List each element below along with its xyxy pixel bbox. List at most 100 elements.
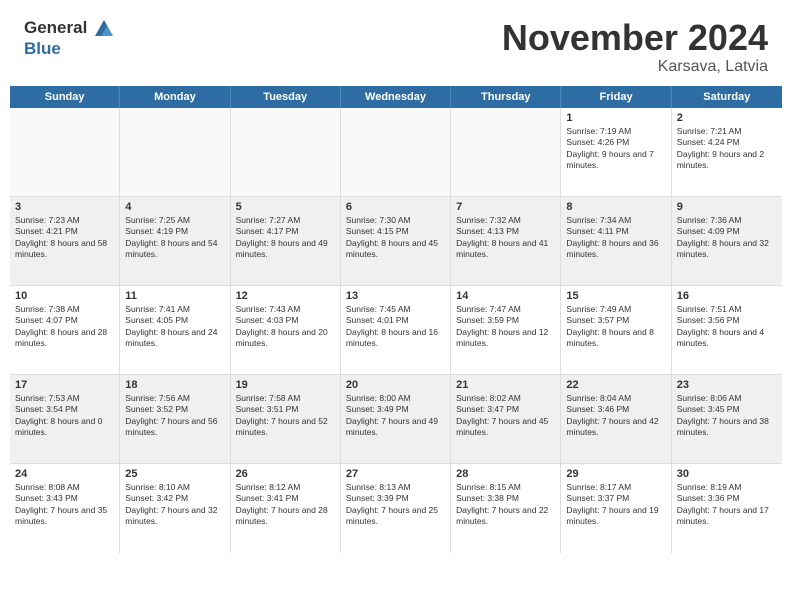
day-number: 20	[346, 379, 445, 391]
day-detail: Sunrise: 8:15 AMSunset: 3:38 PMDaylight:…	[456, 482, 548, 526]
day-number: 30	[677, 468, 777, 480]
cell-w0-d2	[231, 108, 341, 196]
week-row-0: 1 Sunrise: 7:19 AMSunset: 4:26 PMDayligh…	[10, 108, 782, 197]
day-number: 24	[15, 468, 114, 480]
week-row-3: 17 Sunrise: 7:53 AMSunset: 3:54 PMDaylig…	[10, 375, 782, 464]
cell-w3-d0: 17 Sunrise: 7:53 AMSunset: 3:54 PMDaylig…	[10, 375, 120, 463]
day-detail: Sunrise: 7:43 AMSunset: 4:03 PMDaylight:…	[236, 304, 328, 348]
cell-w2-d4: 14 Sunrise: 7:47 AMSunset: 3:59 PMDaylig…	[451, 286, 561, 374]
day-number: 27	[346, 468, 445, 480]
cell-w1-d3: 6 Sunrise: 7:30 AMSunset: 4:15 PMDayligh…	[341, 197, 451, 285]
header-sunday: Sunday	[10, 86, 120, 108]
day-number: 10	[15, 290, 114, 302]
cell-w4-d0: 24 Sunrise: 8:08 AMSunset: 3:43 PMDaylig…	[10, 464, 120, 553]
cell-w1-d1: 4 Sunrise: 7:25 AMSunset: 4:19 PMDayligh…	[120, 197, 230, 285]
cell-w0-d4	[451, 108, 561, 196]
cell-w1-d0: 3 Sunrise: 7:23 AMSunset: 4:21 PMDayligh…	[10, 197, 120, 285]
location-text: Karsava, Latvia	[502, 58, 768, 76]
day-number: 29	[566, 468, 665, 480]
day-detail: Sunrise: 8:02 AMSunset: 3:47 PMDaylight:…	[456, 393, 548, 437]
cell-w0-d0	[10, 108, 120, 196]
day-detail: Sunrise: 8:04 AMSunset: 3:46 PMDaylight:…	[566, 393, 658, 437]
day-number: 22	[566, 379, 665, 391]
day-detail: Sunrise: 8:19 AMSunset: 3:36 PMDaylight:…	[677, 482, 769, 526]
day-number: 2	[677, 112, 777, 124]
day-detail: Sunrise: 7:25 AMSunset: 4:19 PMDaylight:…	[125, 215, 217, 259]
day-number: 15	[566, 290, 665, 302]
day-number: 12	[236, 290, 335, 302]
cell-w2-d5: 15 Sunrise: 7:49 AMSunset: 3:57 PMDaylig…	[561, 286, 671, 374]
cell-w3-d4: 21 Sunrise: 8:02 AMSunset: 3:47 PMDaylig…	[451, 375, 561, 463]
day-detail: Sunrise: 8:12 AMSunset: 3:41 PMDaylight:…	[236, 482, 328, 526]
cell-w1-d6: 9 Sunrise: 7:36 AMSunset: 4:09 PMDayligh…	[672, 197, 782, 285]
cell-w2-d6: 16 Sunrise: 7:51 AMSunset: 3:56 PMDaylig…	[672, 286, 782, 374]
cell-w3-d6: 23 Sunrise: 8:06 AMSunset: 3:45 PMDaylig…	[672, 375, 782, 463]
title-section: November 2024 Karsava, Latvia	[502, 18, 768, 76]
day-number: 4	[125, 201, 224, 213]
day-number: 7	[456, 201, 555, 213]
day-detail: Sunrise: 7:19 AMSunset: 4:26 PMDaylight:…	[566, 126, 653, 170]
header-saturday: Saturday	[672, 86, 782, 108]
cell-w2-d3: 13 Sunrise: 7:45 AMSunset: 4:01 PMDaylig…	[341, 286, 451, 374]
day-number: 19	[236, 379, 335, 391]
day-number: 1	[566, 112, 665, 124]
cell-w3-d2: 19 Sunrise: 7:58 AMSunset: 3:51 PMDaylig…	[231, 375, 341, 463]
header-monday: Monday	[120, 86, 230, 108]
day-number: 5	[236, 201, 335, 213]
cell-w1-d2: 5 Sunrise: 7:27 AMSunset: 4:17 PMDayligh…	[231, 197, 341, 285]
day-number: 6	[346, 201, 445, 213]
day-number: 17	[15, 379, 114, 391]
cell-w2-d1: 11 Sunrise: 7:41 AMSunset: 4:05 PMDaylig…	[120, 286, 230, 374]
calendar-body: 1 Sunrise: 7:19 AMSunset: 4:26 PMDayligh…	[10, 108, 782, 553]
cell-w3-d5: 22 Sunrise: 8:04 AMSunset: 3:46 PMDaylig…	[561, 375, 671, 463]
day-number: 28	[456, 468, 555, 480]
day-detail: Sunrise: 7:38 AMSunset: 4:07 PMDaylight:…	[15, 304, 107, 348]
day-detail: Sunrise: 8:10 AMSunset: 3:42 PMDaylight:…	[125, 482, 217, 526]
day-number: 26	[236, 468, 335, 480]
header-friday: Friday	[561, 86, 671, 108]
cell-w4-d5: 29 Sunrise: 8:17 AMSunset: 3:37 PMDaylig…	[561, 464, 671, 553]
cell-w4-d1: 25 Sunrise: 8:10 AMSunset: 3:42 PMDaylig…	[120, 464, 230, 553]
day-number: 21	[456, 379, 555, 391]
month-title: November 2024	[502, 18, 768, 58]
cell-w3-d1: 18 Sunrise: 7:56 AMSunset: 3:52 PMDaylig…	[120, 375, 230, 463]
header-tuesday: Tuesday	[231, 86, 341, 108]
week-row-2: 10 Sunrise: 7:38 AMSunset: 4:07 PMDaylig…	[10, 286, 782, 375]
page-container: General Blue November 2024 Karsava, Latv…	[0, 0, 792, 553]
day-detail: Sunrise: 7:53 AMSunset: 3:54 PMDaylight:…	[15, 393, 102, 437]
day-detail: Sunrise: 7:49 AMSunset: 3:57 PMDaylight:…	[566, 304, 653, 348]
day-detail: Sunrise: 7:51 AMSunset: 3:56 PMDaylight:…	[677, 304, 764, 348]
cell-w1-d4: 7 Sunrise: 7:32 AMSunset: 4:13 PMDayligh…	[451, 197, 561, 285]
day-number: 8	[566, 201, 665, 213]
day-detail: Sunrise: 7:41 AMSunset: 4:05 PMDaylight:…	[125, 304, 217, 348]
cell-w4-d4: 28 Sunrise: 8:15 AMSunset: 3:38 PMDaylig…	[451, 464, 561, 553]
day-detail: Sunrise: 7:21 AMSunset: 4:24 PMDaylight:…	[677, 126, 764, 170]
cell-w2-d2: 12 Sunrise: 7:43 AMSunset: 4:03 PMDaylig…	[231, 286, 341, 374]
calendar-header: Sunday Monday Tuesday Wednesday Thursday…	[10, 86, 782, 108]
day-number: 3	[15, 201, 114, 213]
day-detail: Sunrise: 7:34 AMSunset: 4:11 PMDaylight:…	[566, 215, 658, 259]
header-wednesday: Wednesday	[341, 86, 451, 108]
cell-w4-d3: 27 Sunrise: 8:13 AMSunset: 3:39 PMDaylig…	[341, 464, 451, 553]
logo: General Blue	[24, 18, 116, 59]
day-detail: Sunrise: 8:06 AMSunset: 3:45 PMDaylight:…	[677, 393, 769, 437]
cell-w0-d3	[341, 108, 451, 196]
day-number: 16	[677, 290, 777, 302]
cell-w4-d2: 26 Sunrise: 8:12 AMSunset: 3:41 PMDaylig…	[231, 464, 341, 553]
logo-text: General Blue	[24, 18, 116, 59]
day-detail: Sunrise: 8:08 AMSunset: 3:43 PMDaylight:…	[15, 482, 107, 526]
cell-w4-d6: 30 Sunrise: 8:19 AMSunset: 3:36 PMDaylig…	[672, 464, 782, 553]
week-row-4: 24 Sunrise: 8:08 AMSunset: 3:43 PMDaylig…	[10, 464, 782, 553]
day-detail: Sunrise: 7:36 AMSunset: 4:09 PMDaylight:…	[677, 215, 769, 259]
cell-w2-d0: 10 Sunrise: 7:38 AMSunset: 4:07 PMDaylig…	[10, 286, 120, 374]
cell-w1-d5: 8 Sunrise: 7:34 AMSunset: 4:11 PMDayligh…	[561, 197, 671, 285]
calendar: Sunday Monday Tuesday Wednesday Thursday…	[10, 86, 782, 553]
cell-w3-d3: 20 Sunrise: 8:00 AMSunset: 3:49 PMDaylig…	[341, 375, 451, 463]
day-number: 23	[677, 379, 777, 391]
day-detail: Sunrise: 8:13 AMSunset: 3:39 PMDaylight:…	[346, 482, 438, 526]
logo-icon	[93, 18, 115, 40]
day-number: 11	[125, 290, 224, 302]
header-thursday: Thursday	[451, 86, 561, 108]
day-detail: Sunrise: 7:56 AMSunset: 3:52 PMDaylight:…	[125, 393, 217, 437]
cell-w0-d6: 2 Sunrise: 7:21 AMSunset: 4:24 PMDayligh…	[672, 108, 782, 196]
